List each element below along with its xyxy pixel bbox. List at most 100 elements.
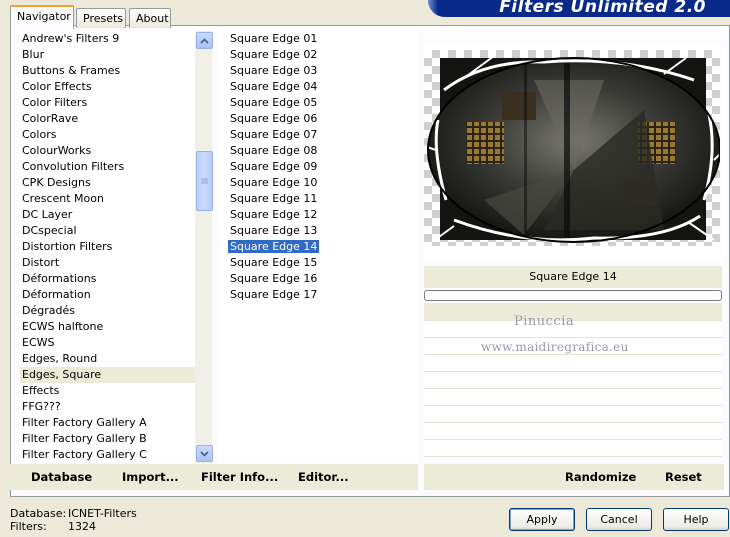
- filter-item[interactable]: Square Edge 12: [218, 207, 418, 223]
- filter-item-label: Square Edge 10: [230, 176, 318, 189]
- import-button[interactable]: Import...: [122, 470, 179, 484]
- title-banner: Filters Unlimited 2.0: [428, 0, 730, 17]
- category-item[interactable]: Filter Factory Gallery C: [20, 447, 195, 463]
- category-item[interactable]: Crescent Moon: [20, 191, 195, 207]
- filter-item-label: Square Edge 04: [230, 80, 318, 93]
- reset-button[interactable]: Reset: [665, 470, 702, 484]
- tab-about[interactable]: About: [129, 8, 171, 28]
- parameter-row: [424, 389, 722, 406]
- category-item[interactable]: Color Effects: [20, 79, 195, 95]
- category-item[interactable]: Edges, Round: [20, 351, 195, 367]
- app-title: Filters Unlimited 2.0: [499, 0, 706, 17]
- filter-item[interactable]: Square Edge 14: [218, 239, 418, 255]
- category-item[interactable]: DCspecial: [20, 223, 195, 239]
- category-scrollbar[interactable]: [195, 31, 213, 463]
- filter-item-label: Square Edge 01: [230, 32, 318, 45]
- filter-item[interactable]: Square Edge 01: [218, 31, 418, 47]
- category-item[interactable]: Déformations: [20, 271, 195, 287]
- filter-item-label: Square Edge 02: [230, 48, 318, 61]
- parameter-row: [424, 440, 722, 457]
- category-item[interactable]: CPK Designs: [20, 175, 195, 191]
- filter-preview-image: [424, 50, 720, 246]
- help-button[interactable]: Help: [663, 508, 729, 531]
- filter-item-label: Square Edge 06: [230, 112, 318, 125]
- tab-navigator[interactable]: Navigator: [10, 5, 74, 29]
- category-item[interactable]: FFG???: [20, 399, 195, 415]
- category-item[interactable]: ColorRave: [20, 111, 195, 127]
- category-item[interactable]: ECWS halftone: [20, 319, 195, 335]
- category-item[interactable]: Filter Factory Gallery B: [20, 431, 195, 447]
- parameter-row: [424, 406, 722, 423]
- watermark-url: www.maidiregrafica.eu: [481, 340, 629, 354]
- category-item[interactable]: Buttons & Frames: [20, 63, 195, 79]
- filter-item[interactable]: Square Edge 04: [218, 79, 418, 95]
- filter-item-label: Square Edge 08: [230, 144, 318, 157]
- database-label: Database:: [10, 507, 67, 520]
- watermark-name: Pinuccia: [514, 314, 575, 329]
- category-item[interactable]: Colors: [20, 127, 195, 143]
- category-item[interactable]: Edges, Square: [20, 367, 195, 383]
- category-item[interactable]: Dégradés: [20, 303, 195, 319]
- editor-button[interactable]: Editor...: [298, 470, 349, 484]
- filter-item-label: Square Edge 05: [230, 96, 318, 109]
- filter-item[interactable]: Square Edge 17: [218, 287, 418, 303]
- filter-item-label: Square Edge 12: [230, 208, 318, 221]
- category-item[interactable]: DC Layer: [20, 207, 195, 223]
- filter-item[interactable]: Square Edge 15: [218, 255, 418, 271]
- chevron-down-icon: [200, 450, 209, 457]
- category-item[interactable]: Color Filters: [20, 95, 195, 111]
- filter-name-label: Square Edge 14: [424, 266, 722, 288]
- category-item[interactable]: Distortion Filters: [20, 239, 195, 255]
- grip-icon: [201, 178, 208, 183]
- filter-item[interactable]: Square Edge 02: [218, 47, 418, 63]
- parameter-row: [424, 372, 722, 389]
- database-value: ICNET-Filters: [68, 507, 137, 520]
- category-item[interactable]: Déformation: [20, 287, 195, 303]
- filter-item-label: Square Edge 03: [230, 64, 318, 77]
- filter-item[interactable]: Square Edge 03: [218, 63, 418, 79]
- preview-toolbar: Randomize Reset: [424, 464, 724, 490]
- scroll-thumb[interactable]: [196, 151, 213, 211]
- filter-item[interactable]: Square Edge 16: [218, 271, 418, 287]
- category-item[interactable]: ColourWorks: [20, 143, 195, 159]
- scroll-up-button[interactable]: [196, 32, 213, 49]
- category-item[interactable]: Effects: [20, 383, 195, 399]
- cancel-button[interactable]: Cancel: [586, 508, 652, 531]
- category-item[interactable]: Andrew's Filters 9: [20, 31, 195, 47]
- filter-item[interactable]: Square Edge 11: [218, 191, 418, 207]
- category-item[interactable]: Filter Factory Gallery A: [20, 415, 195, 431]
- filters-count: 1324: [68, 520, 96, 533]
- filter-list[interactable]: Square Edge 01 Square Edge 02 Square Edge …: [218, 31, 418, 463]
- progress-bar: [424, 290, 722, 301]
- randomize-button[interactable]: Randomize: [565, 470, 636, 484]
- filter-item[interactable]: Square Edge 06: [218, 111, 418, 127]
- filter-item-label: Square Edge 11: [230, 192, 318, 205]
- apply-button[interactable]: Apply: [509, 508, 575, 531]
- filter-item[interactable]: Square Edge 08: [218, 143, 418, 159]
- category-item[interactable]: ECWS: [20, 335, 195, 351]
- filter-item[interactable]: Square Edge 10: [218, 175, 418, 191]
- category-item[interactable]: Distort: [20, 255, 195, 271]
- filters-label: Filters:: [10, 520, 47, 533]
- filter-item-label: Square Edge 07: [230, 128, 318, 141]
- category-list[interactable]: Andrew's Filters 9 Blur Buttons & Frames Co…: [20, 31, 195, 463]
- filter-item[interactable]: Square Edge 05: [218, 95, 418, 111]
- filter-item-label: Square Edge 09: [230, 160, 318, 173]
- parameter-row: [424, 423, 722, 440]
- database-button[interactable]: Database: [31, 470, 92, 484]
- tab-presets[interactable]: Presets: [76, 8, 126, 28]
- filter-item[interactable]: Square Edge 13: [218, 223, 418, 239]
- navigator-toolbar: Database Import... Filter Info... Editor…: [10, 464, 418, 490]
- chevron-up-icon: [200, 37, 209, 44]
- filter-info-button[interactable]: Filter Info...: [201, 470, 278, 484]
- scroll-down-button[interactable]: [196, 445, 213, 462]
- status-info: Database: ICNET-Filters Filters: 1324: [10, 507, 137, 533]
- category-item[interactable]: Blur: [20, 47, 195, 63]
- filter-item[interactable]: Square Edge 07: [218, 127, 418, 143]
- parameter-row: [424, 355, 722, 372]
- filter-item-label: Square Edge 13: [230, 224, 318, 237]
- filter-item-label: Square Edge 14: [228, 240, 320, 253]
- filter-item-label: Square Edge 15: [230, 256, 318, 269]
- category-item[interactable]: Convolution Filters: [20, 159, 195, 175]
- filter-item[interactable]: Square Edge 09: [218, 159, 418, 175]
